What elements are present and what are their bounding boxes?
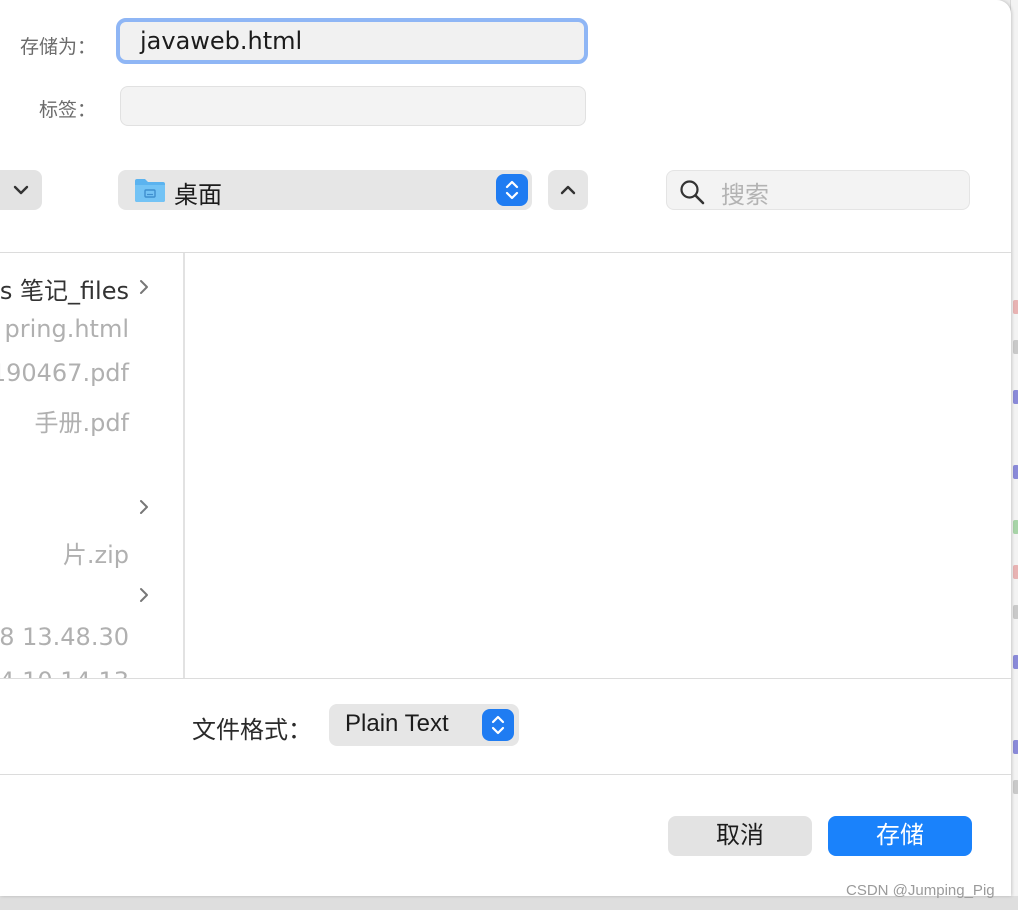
tags-label: 标签：: [38, 99, 96, 121]
cancel-button[interactable]: 取消: [668, 816, 812, 856]
preview-column[interactable]: [185, 253, 1011, 678]
file-name: 04 10.14.13: [0, 667, 129, 678]
filename-input[interactable]: javaweb.html: [116, 18, 588, 64]
divider: [0, 678, 1011, 679]
file-row[interactable]: 190467.pdf: [0, 355, 183, 395]
save-dialog: 存储为： javaweb.html 标签： 桌面 搜索 s 笔记_files p…: [0, 0, 1011, 896]
divider: [0, 774, 1011, 775]
file-row[interactable]: 片.zip: [0, 531, 183, 571]
tags-input[interactable]: [120, 86, 586, 126]
chevron-right-icon: [140, 280, 148, 294]
file-column[interactable]: s 笔记_files pring.html 190467.pdf 手册.pdf …: [0, 253, 185, 678]
file-name: s 笔记_files: [0, 277, 129, 305]
file-row[interactable]: 8 13.48.30: [0, 619, 183, 659]
file-format-label: 文件格式：: [192, 716, 312, 744]
chevron-right-icon: [140, 500, 148, 514]
magnifier-icon: [680, 180, 705, 205]
up-down-chevron-icon: [505, 180, 519, 200]
file-format-value: Plain Text: [345, 710, 449, 737]
file-row[interactable]: s 笔记_files: [0, 267, 183, 307]
save-button[interactable]: 存储: [828, 816, 972, 856]
location-stepper[interactable]: [496, 174, 528, 206]
search-input[interactable]: 搜索: [666, 170, 970, 210]
location-popup[interactable]: 桌面: [118, 170, 532, 210]
file-name: 190467.pdf: [0, 359, 129, 387]
file-row[interactable]: 04 10.14.13: [0, 663, 183, 678]
file-row[interactable]: [0, 575, 183, 615]
file-row[interactable]: pring.html: [0, 311, 183, 351]
file-name: 手册.pdf: [34, 409, 129, 437]
file-row[interactable]: 手册.pdf: [0, 399, 183, 439]
format-stepper[interactable]: [482, 709, 514, 741]
up-down-chevron-icon: [491, 715, 505, 735]
collapse-button[interactable]: [548, 170, 588, 210]
location-label: 桌面: [174, 181, 222, 209]
file-name: 8 13.48.30: [0, 623, 129, 651]
save-as-label: 存储为：: [19, 36, 96, 58]
search-placeholder: 搜索: [721, 181, 769, 209]
watermark: CSDN @Jumping_Pig: [846, 882, 995, 899]
file-format-popup[interactable]: Plain Text: [329, 704, 519, 746]
file-name: 片.zip: [62, 541, 129, 569]
chevron-up-icon: [560, 185, 576, 195]
chevron-down-icon: [13, 185, 29, 195]
folder-icon: [135, 179, 165, 202]
chevron-right-icon: [140, 588, 148, 602]
background-window-edge: [1010, 0, 1018, 910]
view-options-button[interactable]: [0, 170, 42, 210]
file-name: pring.html: [4, 315, 129, 343]
file-row[interactable]: [0, 487, 183, 527]
